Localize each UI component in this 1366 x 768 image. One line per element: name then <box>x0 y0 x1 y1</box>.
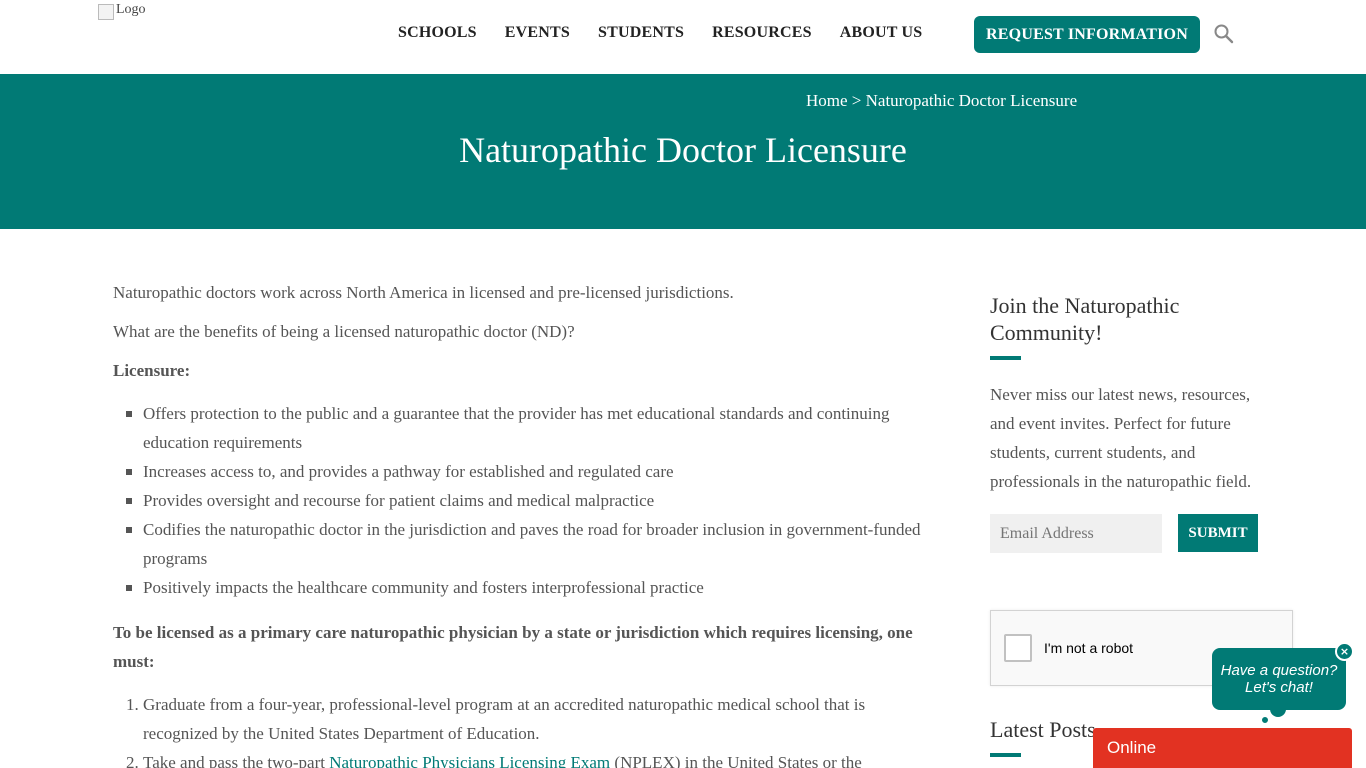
chat-bubble-tail <box>1270 705 1286 717</box>
request-information-button[interactable]: REQUEST INFORMATION <box>974 16 1200 53</box>
page-title: Naturopathic Doctor Licensure <box>459 130 907 170</box>
step2-suffix: (NPLEX) in the United States or the <box>610 753 862 768</box>
search-icon[interactable] <box>1213 23 1235 45</box>
breadcrumb: Home > Naturopathic Doctor Licensure <box>806 91 1077 111</box>
benefits-list: Offers protection to the public and a gu… <box>113 399 943 602</box>
requirements-list: Graduate from a four-year, professional-… <box>143 690 943 768</box>
broken-image-icon <box>98 4 114 20</box>
main-nav: SCHOOLS EVENTS STUDENTS RESOURCES ABOUT … <box>398 24 950 42</box>
chat-prompt-line2: Let's chat! <box>1245 679 1313 696</box>
nav-resources[interactable]: RESOURCES <box>712 24 812 42</box>
newsletter-form: SUBMIT <box>990 514 1294 553</box>
recaptcha-checkbox[interactable] <box>1004 634 1032 662</box>
list-item: Codifies the naturopathic doctor in the … <box>113 515 943 573</box>
title-underline <box>990 356 1021 360</box>
nav-events[interactable]: EVENTS <box>505 24 570 42</box>
submit-button[interactable]: SUBMIT <box>1178 514 1258 552</box>
step2-prefix: Take and pass the two-part <box>143 753 330 768</box>
nav-students[interactable]: STUDENTS <box>598 24 684 42</box>
licensure-heading: Licensure: <box>113 361 191 380</box>
chat-bubble-dot <box>1260 715 1270 725</box>
sidebar: Join the Naturopathic Community! Never m… <box>990 292 1294 757</box>
list-item: Increases access to, and provides a path… <box>113 457 943 486</box>
latest-posts-heading: Latest Posts <box>990 717 1096 742</box>
chat-online-bar[interactable]: Online <box>1093 728 1352 768</box>
list-item: Provides oversight and recourse for pati… <box>113 486 943 515</box>
logo-alt-text: Logo <box>116 2 146 17</box>
list-item: Take and pass the two-part Naturopathic … <box>143 748 943 768</box>
latest-posts-underline <box>990 753 1021 757</box>
list-item: Graduate from a four-year, professional-… <box>143 690 943 748</box>
breadcrumb-home-link[interactable]: Home <box>806 91 848 110</box>
recaptcha-label: I'm not a robot <box>1044 640 1134 656</box>
requirements-heading: To be licensed as a primary care naturop… <box>113 623 913 671</box>
nav-schools[interactable]: SCHOOLS <box>398 24 477 42</box>
newsletter-text: Never miss our latest news, resources, a… <box>990 385 1252 491</box>
email-field[interactable] <box>990 514 1162 553</box>
site-logo[interactable]: Logo <box>98 2 218 32</box>
main-content: Naturopathic doctors work across North A… <box>113 278 943 768</box>
nav-about-us[interactable]: ABOUT US <box>840 24 923 42</box>
breadcrumb-current: Naturopathic Doctor Licensure <box>865 91 1078 110</box>
newsletter-title: Join the Naturopathic Community! <box>990 293 1180 345</box>
chat-prompt-bubble[interactable]: Have a question? Let's chat! <box>1212 648 1346 710</box>
page-banner: Home > Naturopathic Doctor Licensure Nat… <box>0 74 1366 229</box>
breadcrumb-separator: > <box>847 91 866 110</box>
question-paragraph: What are the benefits of being a license… <box>113 322 575 341</box>
close-icon[interactable]: × <box>1335 642 1354 661</box>
site-header: Logo SCHOOLS EVENTS STUDENTS RESOURCES A… <box>0 0 1366 74</box>
list-item: Positively impacts the healthcare commun… <box>113 573 943 602</box>
chat-prompt-line1: Have a question? <box>1220 662 1338 679</box>
nplex-link[interactable]: Naturopathic Physicians Licensing Exam <box>329 753 610 768</box>
intro-paragraph: Naturopathic doctors work across North A… <box>113 283 734 302</box>
list-item: Offers protection to the public and a gu… <box>113 399 943 457</box>
